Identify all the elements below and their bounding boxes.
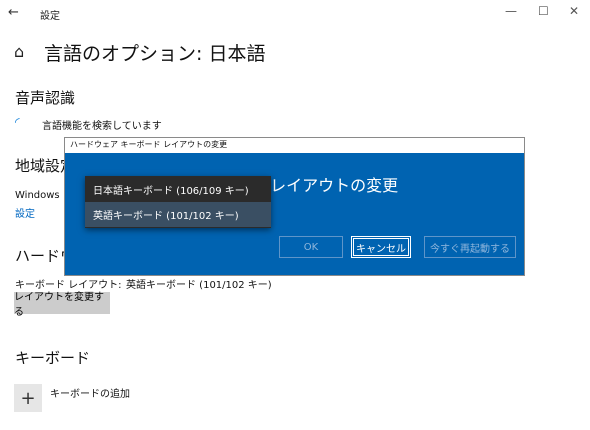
window-title-bar <box>0 0 590 28</box>
change-layout-button[interactable]: レイアウトを変更する <box>14 292 110 318</box>
plus-icon: + <box>20 387 36 409</box>
layout-value: 英語キーボード (101/102 キー) <box>126 280 272 291</box>
speech-status-text: 言語機能を検索しています <box>42 121 162 132</box>
back-arrow-icon[interactable]: ← <box>8 5 19 20</box>
minimize-icon[interactable]: — <box>505 4 517 18</box>
clipped-list-item <box>30 424 110 430</box>
dropdown-option-english[interactable]: 英語キーボード (101/102 キー) <box>85 202 271 227</box>
clipped-text-row <box>15 62 18 68</box>
dropdown-option-japanese[interactable]: 日本語キーボード (106/109 キー) <box>85 177 271 202</box>
add-keyboard-button[interactable]: + <box>14 384 42 412</box>
region-settings-link[interactable]: 設定 <box>15 205 35 220</box>
dialog-title: ハードウェア キーボード レイアウトの変更 <box>70 140 228 149</box>
window-title: 設定 <box>40 11 60 22</box>
maximize-icon[interactable]: ☐ <box>538 4 549 18</box>
loading-spinner-icon: ◜ <box>15 115 20 129</box>
speech-heading: 音声認識 <box>15 89 76 107</box>
page-title: 言語のオプション: 日本語 <box>44 43 266 65</box>
add-keyboard-label[interactable]: キーボードの追加 <box>50 385 130 400</box>
cancel-button[interactable]: キャンセル <box>351 236 411 258</box>
keyboard-heading: キーボード <box>15 349 91 367</box>
ok-button[interactable]: OK <box>279 236 343 258</box>
restart-now-button[interactable]: 今すぐ再起動する <box>424 236 516 258</box>
close-icon[interactable]: ✕ <box>569 4 579 18</box>
home-icon[interactable]: ⌂ <box>14 42 24 61</box>
